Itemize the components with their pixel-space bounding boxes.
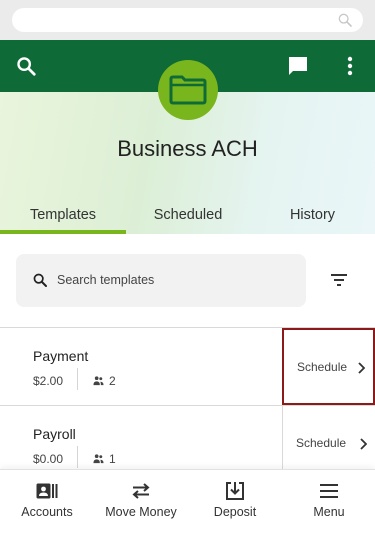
browser-toolbar <box>0 0 375 40</box>
tab-label: Scheduled <box>153 207 223 223</box>
tab-history[interactable]: History <box>250 196 375 234</box>
folder-icon <box>169 75 207 105</box>
search-icon <box>17 57 36 76</box>
active-tab-indicator <box>0 230 126 234</box>
template-amount: $2.00 <box>33 374 64 388</box>
nav-label: Move Money <box>105 505 177 519</box>
chevron-right-icon <box>360 438 367 450</box>
nav-label: Accounts <box>21 505 73 519</box>
search-button[interactable] <box>14 54 38 78</box>
tab-label: Templates <box>29 207 97 223</box>
template-recipient-count: 2 <box>109 374 116 388</box>
nav-menu[interactable]: Menu <box>282 470 375 535</box>
people-icon <box>93 376 104 386</box>
transfer-icon <box>130 481 152 501</box>
nav-accounts[interactable]: Accounts <box>0 470 94 535</box>
nav-move-money[interactable]: Move Money <box>94 470 188 535</box>
chat-icon <box>289 57 307 75</box>
template-amount: $0.00 <box>33 452 64 466</box>
divider <box>77 446 78 468</box>
filter-button[interactable] <box>326 268 352 292</box>
search-input[interactable]: Search templates <box>16 254 306 307</box>
nav-label: Menu <box>313 505 345 519</box>
filter-icon <box>331 274 347 286</box>
tab-scheduled[interactable]: Scheduled <box>126 196 250 234</box>
accounts-icon <box>36 481 58 501</box>
deposit-icon <box>224 481 246 501</box>
more-vert-icon <box>347 56 353 76</box>
search-icon <box>33 273 47 287</box>
chevron-right-icon <box>358 362 365 374</box>
more-options-button[interactable] <box>338 54 362 78</box>
address-bar[interactable] <box>12 8 363 32</box>
folder-badge <box>158 60 218 120</box>
template-recipient-count: 1 <box>109 452 116 466</box>
schedule-label: Schedule <box>297 360 348 374</box>
template-name: Payment <box>33 348 89 364</box>
template-row[interactable]: Payment $2.00 2 Schedule <box>0 328 375 405</box>
nav-deposit[interactable]: Deposit <box>188 470 282 535</box>
tab-label: History <box>289 207 336 223</box>
bottom-navigation: Accounts Move Money Deposit Menu <box>0 469 375 535</box>
account-header: Business ACH Templates Scheduled History <box>0 60 375 234</box>
search-icon <box>338 13 352 27</box>
tab-templates[interactable]: Templates <box>0 196 126 234</box>
messages-button[interactable] <box>286 54 310 78</box>
page-title: Business ACH <box>117 136 258 161</box>
tab-bar: Templates Scheduled History <box>0 196 375 234</box>
divider <box>77 368 78 390</box>
template-name: Payroll <box>33 426 76 442</box>
person-icon <box>93 454 104 464</box>
schedule-button[interactable]: Schedule <box>282 328 375 405</box>
menu-icon <box>318 481 340 501</box>
schedule-label: Schedule <box>296 436 347 450</box>
search-placeholder: Search templates <box>57 273 155 287</box>
nav-label: Deposit <box>213 505 257 519</box>
